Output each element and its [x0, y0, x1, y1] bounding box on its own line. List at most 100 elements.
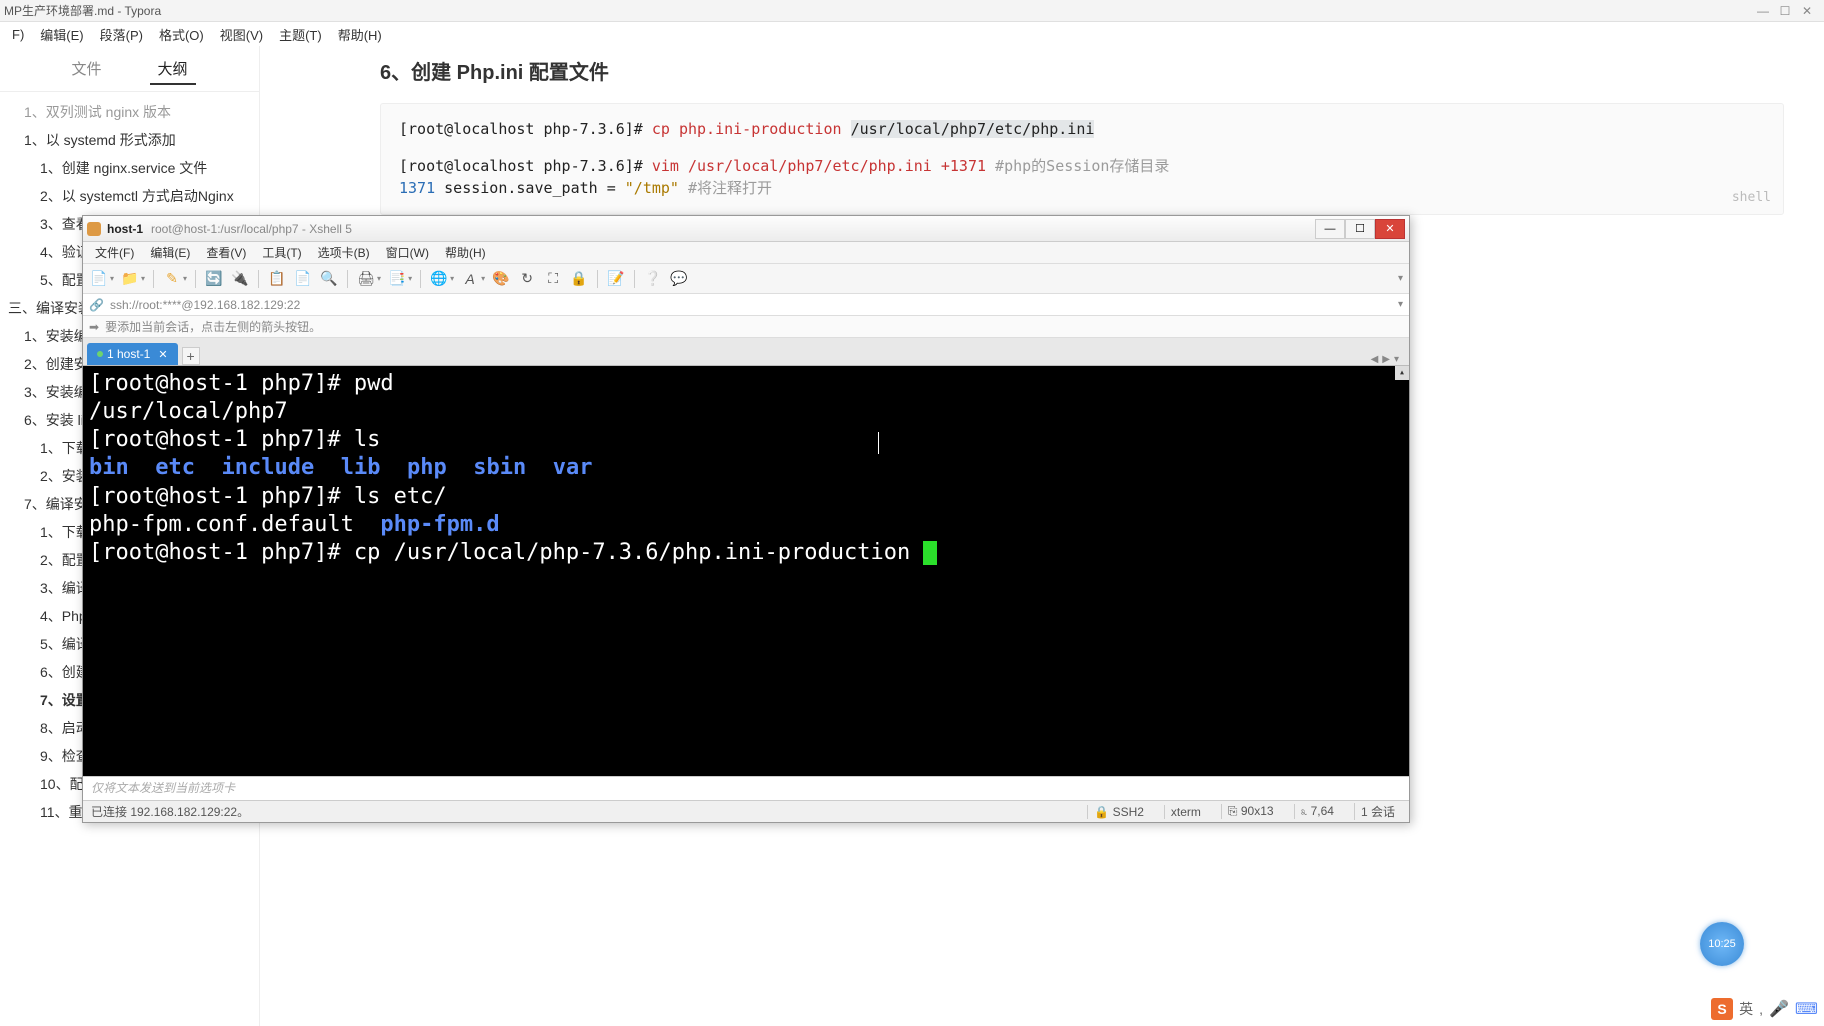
floating-timer[interactable]: 10:25: [1700, 922, 1744, 966]
xshell-status-bar: 已连接 192.168.182.129:22。 🔒 SSH2 xterm ⎘ 9…: [83, 800, 1409, 822]
xshell-icon: [87, 222, 101, 236]
terminal[interactable]: ▴ [root@host-1 php7]# pwd /usr/local/php…: [83, 366, 1409, 776]
arrow-icon[interactable]: ➡: [89, 320, 99, 334]
sidebar-tabs: 文件 大纲: [0, 54, 259, 92]
command: ls: [354, 427, 381, 452]
compose-button[interactable]: 📝: [606, 269, 626, 289]
mic-icon[interactable]: 🎤: [1769, 999, 1789, 1019]
code-cmd: vim /usr/local/php7/etc/php.ini +1371: [652, 157, 995, 175]
ime-sep[interactable]: ,: [1759, 1001, 1763, 1017]
menu-tabs[interactable]: 选项卡(B): [310, 242, 378, 263]
prompt: [root@host-1 php7]#: [89, 427, 354, 452]
add-tab-button[interactable]: +: [182, 347, 200, 365]
menu-edit[interactable]: 编辑(E): [142, 242, 198, 263]
dir-entry: bin: [89, 455, 129, 480]
lock-button[interactable]: 🔒: [569, 269, 589, 289]
tab-outline[interactable]: 大纲: [150, 54, 196, 85]
prompt: [root@host-1 php7]#: [89, 484, 354, 509]
fullscreen-button[interactable]: ⛶: [543, 269, 563, 289]
outline-item[interactable]: 1、双列测试 nginx 版本: [0, 98, 259, 126]
search-button[interactable]: 🔍: [319, 269, 339, 289]
tab-next-icon[interactable]: ▶: [1382, 354, 1390, 365]
new-session-button[interactable]: 📄▾: [89, 269, 114, 289]
paste-button[interactable]: 📄: [293, 269, 313, 289]
menu-tools[interactable]: 工具(T): [254, 242, 309, 263]
tab-label: 1 host-1: [107, 347, 150, 361]
input-hint: 仅将文本发送到当前选项卡: [91, 781, 235, 795]
outline-item[interactable]: 1、以 systemd 形式添加: [0, 126, 259, 154]
command: pwd: [354, 371, 394, 396]
xshell-input-bar[interactable]: 仅将文本发送到当前选项卡: [83, 776, 1409, 800]
copy-button[interactable]: 📋: [267, 269, 287, 289]
font-button[interactable]: A▾: [460, 269, 485, 289]
chat-button[interactable]: 💬: [669, 269, 689, 289]
address-text[interactable]: ssh://root:****@192.168.182.129:22: [110, 298, 300, 312]
properties-button[interactable]: 📑▾: [387, 269, 412, 289]
session-tab[interactable]: 1 host-1 ✕: [87, 343, 178, 365]
xshell-titlebar[interactable]: host-1 root@host-1:/usr/local/php7 - Xsh…: [83, 216, 1409, 242]
disconnect-button[interactable]: 🔌: [230, 269, 250, 289]
menu-window[interactable]: 窗口(W): [378, 242, 437, 263]
maximize-button[interactable]: ☐: [1345, 219, 1375, 239]
status-size: ⎘ 90x13: [1221, 804, 1280, 819]
menu-help[interactable]: 帮助(H): [330, 23, 390, 46]
toolbar-separator: [153, 270, 154, 288]
menu-paragraph[interactable]: 段落(P): [92, 23, 151, 46]
tab-prev-icon[interactable]: ◀: [1371, 354, 1379, 365]
font-icon: A: [460, 269, 480, 289]
menu-file[interactable]: 文件(F): [87, 242, 142, 263]
tab-files[interactable]: 文件: [63, 54, 109, 85]
command: ls etc/: [354, 484, 447, 509]
xshell-title-sub: root@host-1:/usr/local/php7 - Xshell 5: [151, 222, 352, 236]
highlight-button[interactable]: ✎▾: [162, 269, 187, 289]
status-right: 🔒 SSH2 xterm ⎘ 90x13 ೩ 7,64 1 会话: [1087, 803, 1401, 820]
dir-entry: include: [222, 455, 315, 480]
menu-help[interactable]: 帮助(H): [437, 242, 494, 263]
pen-icon: ✎: [162, 269, 182, 289]
ime-logo-icon[interactable]: S: [1711, 998, 1733, 1020]
minimize-button[interactable]: —: [1756, 4, 1770, 18]
status-session: 1 会话: [1354, 803, 1401, 820]
address-caret[interactable]: ▾: [1398, 299, 1403, 310]
xshell-window-controls: — ☐ ✕: [1315, 219, 1405, 239]
printer-icon: 🖨: [356, 269, 376, 289]
terminal-output: /usr/local/php7: [89, 398, 1403, 426]
gear-icon: 📑: [387, 269, 407, 289]
menu-view[interactable]: 视图(V): [212, 23, 271, 46]
ime-lang[interactable]: 英: [1739, 999, 1753, 1019]
dir-entry: php-fpm.d: [380, 512, 499, 537]
toolbar-separator: [195, 270, 196, 288]
scroll-up-icon[interactable]: ▴: [1395, 366, 1409, 380]
open-button[interactable]: 📁▾: [120, 269, 145, 289]
code-block[interactable]: [root@localhost php-7.3.6]# cp php.ini-p…: [380, 103, 1784, 215]
minimize-button[interactable]: —: [1315, 219, 1345, 239]
outline-item[interactable]: 2、以 systemctl 方式启动Nginx: [0, 182, 259, 210]
outline-item[interactable]: 1、创建 nginx.service 文件: [0, 154, 259, 182]
reconnect-button[interactable]: 🔄: [204, 269, 224, 289]
menu-format[interactable]: 格式(O): [151, 23, 212, 46]
print-button[interactable]: 🖨▾: [356, 269, 381, 289]
globe-icon: 🌐: [429, 269, 449, 289]
tab-list-icon[interactable]: ▾: [1394, 354, 1399, 365]
menu-file[interactable]: F): [4, 25, 32, 44]
maximize-button[interactable]: ☐: [1778, 4, 1792, 18]
menu-view[interactable]: 查看(V): [198, 242, 254, 263]
language-button[interactable]: 🌐▾: [429, 269, 454, 289]
code-lang-label: shell: [1732, 188, 1771, 208]
status-connection: 已连接 192.168.182.129:22。: [91, 803, 249, 820]
help-button[interactable]: ❔: [643, 269, 663, 289]
code-cmd: cp php.ini-production: [652, 120, 851, 138]
keyboard-icon[interactable]: ⌨: [1795, 999, 1818, 1019]
close-button[interactable]: ✕: [1800, 4, 1814, 18]
color-button[interactable]: 🎨: [491, 269, 511, 289]
folder-icon: 📁: [120, 269, 140, 289]
refresh-button[interactable]: ↻: [517, 269, 537, 289]
toolbar-menu-caret[interactable]: ▾: [1398, 273, 1403, 284]
cursor: [923, 541, 937, 565]
menu-theme[interactable]: 主题(T): [271, 23, 330, 46]
close-button[interactable]: ✕: [1375, 219, 1405, 239]
menu-edit[interactable]: 编辑(E): [32, 23, 91, 46]
hint-text: 要添加当前会话，点击左侧的箭头按钮。: [105, 318, 321, 335]
tab-close-icon[interactable]: ✕: [158, 348, 167, 361]
prompt: [root@host-1 php7]#: [89, 371, 354, 396]
